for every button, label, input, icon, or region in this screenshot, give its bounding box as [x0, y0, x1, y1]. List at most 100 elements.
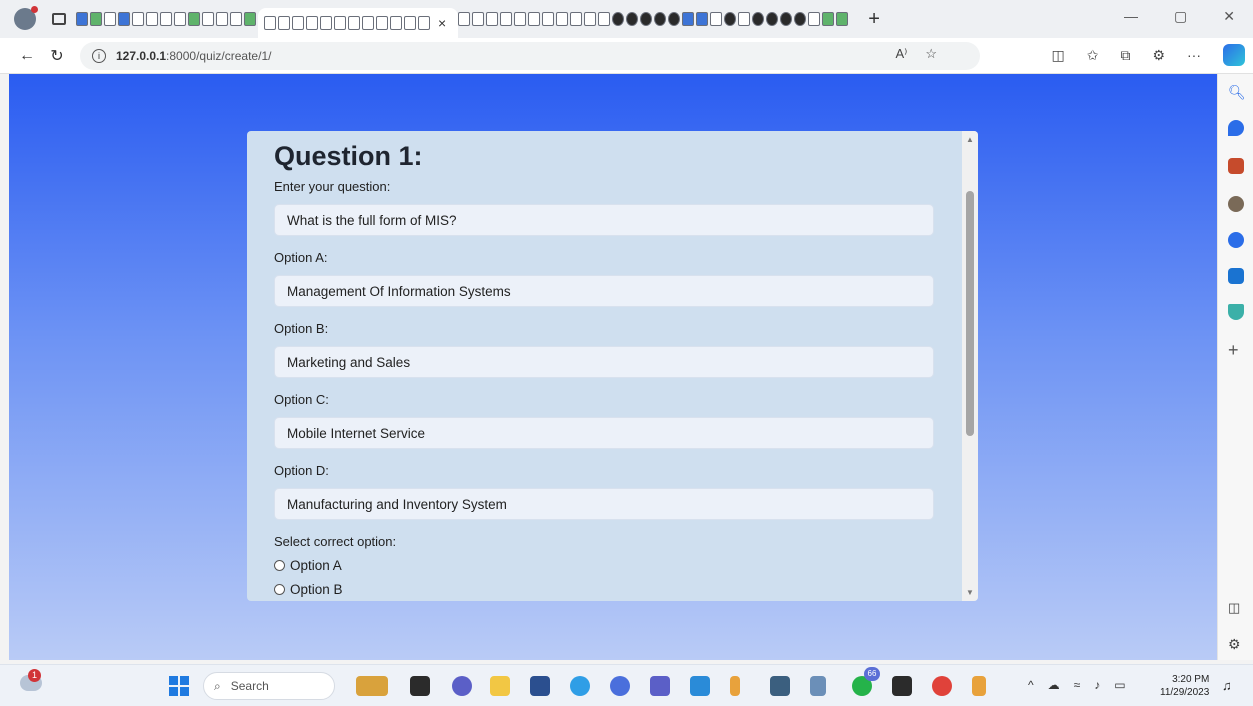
tab-favicon-icon[interactable] [514, 12, 527, 26]
tab-favicon-icon[interactable] [244, 12, 256, 26]
sublime-icon[interactable] [730, 676, 740, 696]
favorite-star-icon[interactable]: ☆ [925, 46, 937, 62]
office-icon[interactable] [1228, 232, 1244, 248]
edge-icon[interactable] [570, 676, 590, 696]
tab-favicon-icon[interactable] [766, 12, 779, 26]
widgets-icon[interactable] [356, 676, 388, 696]
refresh-icon[interactable]: ↻ [42, 46, 72, 66]
card-scrollbar[interactable]: ▲ ▼ [962, 131, 978, 601]
chat-icon[interactable] [452, 676, 472, 696]
scroll-up-icon[interactable]: ▲ [966, 135, 974, 144]
tab-favicon-icon[interactable] [76, 12, 88, 26]
postgres-icon[interactable] [770, 676, 790, 696]
tab-favicon-icon[interactable] [724, 12, 737, 26]
profile-avatar-icon[interactable] [14, 6, 38, 30]
tab-favicon-icon[interactable] [654, 12, 667, 26]
settings-gear-icon[interactable]: ⚙ [1228, 636, 1241, 653]
tab-favicon-icon[interactable] [640, 12, 653, 26]
radio-button[interactable] [274, 584, 285, 595]
tab-favicon-icon[interactable] [216, 12, 228, 26]
tab-favicon-icon[interactable] [808, 12, 821, 26]
tab-favicon-icon[interactable] [542, 12, 555, 26]
task-view-icon[interactable] [410, 676, 430, 696]
store-icon[interactable] [530, 676, 550, 696]
tab-favicon-icon[interactable] [780, 12, 793, 26]
tab-favicon-icon[interactable] [230, 12, 242, 26]
tab-favicon-icon[interactable] [570, 12, 583, 26]
tab-favicon-icon[interactable] [612, 12, 625, 26]
tab-favicon-icon[interactable] [556, 12, 569, 26]
url-bar[interactable]: i 127.0.0.1:8000/quiz/create/1/ [80, 41, 980, 70]
site-info-icon[interactable]: i [92, 48, 106, 63]
vscode-icon[interactable] [690, 676, 710, 696]
tab-favicon-icon[interactable] [90, 12, 102, 26]
taskbar-search[interactable]: ⌕ Search [203, 672, 335, 700]
radio-option-b[interactable]: Option B [274, 582, 938, 597]
file-explorer-icon[interactable] [490, 676, 510, 696]
onedrive-icon[interactable]: ☁ [1048, 678, 1060, 692]
teams-icon[interactable] [650, 676, 670, 696]
tools-icon[interactable] [1228, 158, 1244, 174]
tab-favicon-icon[interactable] [584, 12, 597, 26]
copilot-app-icon[interactable] [610, 676, 630, 696]
tab-favicon-icon[interactable] [528, 12, 541, 26]
extensions-icon[interactable]: ⚙ [1152, 47, 1165, 64]
radio-option-a[interactable]: Option A [274, 558, 938, 573]
chevron-up-icon[interactable]: ^ [1028, 678, 1034, 692]
tab-favicon-icon[interactable] [626, 12, 639, 26]
collections-icon[interactable]: ⧉ [1120, 47, 1130, 64]
active-tab[interactable]: × [258, 8, 459, 38]
weather-widget-icon[interactable]: 1 [20, 669, 42, 691]
tab-favicon-icon[interactable] [752, 12, 765, 26]
start-button[interactable] [169, 676, 189, 696]
tab-favicon-icon[interactable] [500, 12, 513, 26]
shopping-tag-icon[interactable] [1228, 120, 1244, 136]
tab-favicon-icon[interactable] [598, 12, 611, 26]
tab-favicon-icon[interactable] [472, 12, 485, 26]
more-menu-icon[interactable]: ··· [1187, 47, 1201, 63]
new-tab-button[interactable]: + [868, 8, 880, 31]
read-aloud-icon[interactable]: A⁾ [895, 46, 907, 62]
tab-favicon-icon[interactable] [696, 12, 709, 26]
tab-favicon-icon[interactable] [682, 12, 695, 26]
tab-favicon-icon[interactable] [104, 12, 116, 26]
close-window-button[interactable]: ✕ [1223, 8, 1235, 25]
tab-favicon-icon[interactable] [160, 12, 172, 26]
copilot-icon[interactable] [1223, 44, 1245, 66]
tab-favicon-icon[interactable] [202, 12, 214, 26]
tab-favicon-icon[interactable] [822, 12, 835, 26]
maximize-button[interactable]: ▢ [1174, 8, 1187, 25]
scrollbar-thumb[interactable] [966, 191, 974, 436]
notepad-icon[interactable] [810, 676, 826, 696]
wifi-icon[interactable]: ≈ [1074, 678, 1081, 692]
outlook-icon[interactable] [1228, 268, 1244, 284]
system-clock[interactable]: 3:20 PM 11/29/2023 [1160, 673, 1209, 699]
terminal-icon[interactable] [892, 676, 912, 696]
games-icon[interactable] [1228, 196, 1244, 212]
volume-icon[interactable]: ♪ [1094, 678, 1100, 692]
favorites-icon[interactable]: ✩ [1087, 47, 1099, 64]
add-icon[interactable]: + [1228, 340, 1239, 361]
notification-bell-icon[interactable]: ♫ [1222, 678, 1232, 693]
drop-icon[interactable] [1228, 304, 1244, 320]
scroll-down-icon[interactable]: ▼ [966, 588, 974, 597]
option-d-input[interactable]: Manufacturing and Inventory System [274, 488, 934, 520]
tab-favicon-icon[interactable] [146, 12, 158, 26]
tab-favicon-icon[interactable] [118, 12, 130, 26]
tab-favicon-icon[interactable] [710, 12, 723, 26]
tab-favicon-icon[interactable] [188, 12, 200, 26]
pinned-app-icon[interactable] [972, 676, 986, 696]
split-screen-icon[interactable]: ◫ [1051, 47, 1064, 64]
option-c-input[interactable]: Mobile Internet Service [274, 417, 934, 449]
tab-favicon-icon[interactable] [738, 12, 751, 26]
tab-favicon-icon[interactable] [486, 12, 499, 26]
chrome-icon[interactable] [932, 676, 952, 696]
radio-button[interactable] [274, 560, 285, 571]
sidebar-toggle-icon[interactable]: ◫ [1228, 600, 1240, 616]
tab-favicon-icon[interactable] [836, 12, 849, 26]
tab-favicon-icon[interactable] [458, 12, 471, 26]
option-b-input[interactable]: Marketing and Sales [274, 346, 934, 378]
battery-icon[interactable]: ▭ [1114, 678, 1125, 692]
search-icon[interactable]: 🔍︎ [1228, 84, 1246, 101]
minimize-button[interactable]: — [1124, 8, 1138, 25]
